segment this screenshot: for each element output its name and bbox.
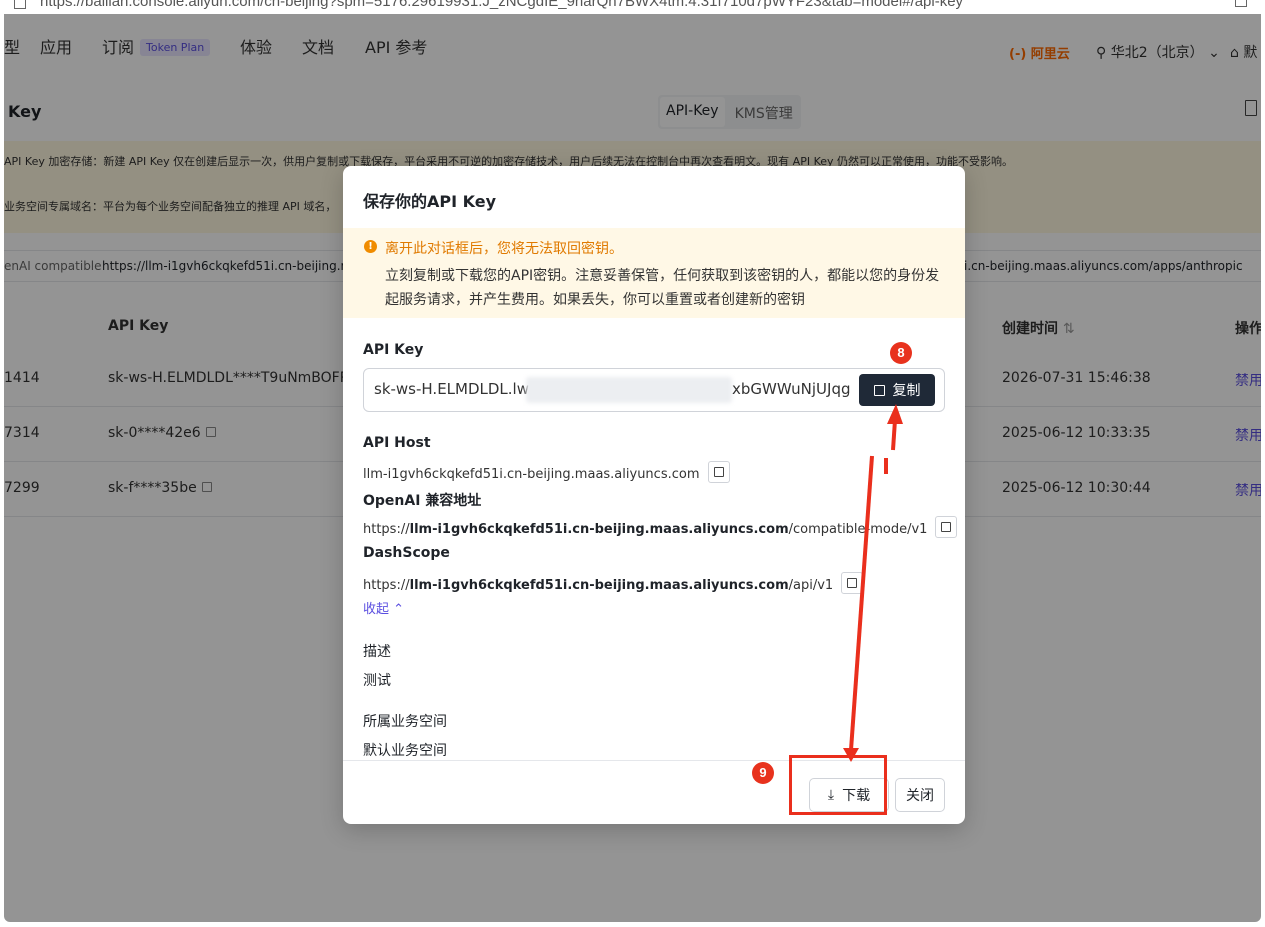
- api-key-field[interactable]: sk-ws-H.ELMDLDL.lw xbGWWuNjUJqg 复制: [363, 368, 945, 412]
- copy-label: 复制: [892, 383, 921, 399]
- api-key-label: API Key: [363, 342, 424, 358]
- url-text[interactable]: https://bailian.console.aliyun.com/cn-be…: [40, 0, 963, 10]
- dashscope-url-host: llm-i1gvh6ckqkefd51i.cn-beijing.maas.ali…: [409, 578, 789, 593]
- collapse-toggle[interactable]: 收起 ⌃: [363, 598, 404, 617]
- close-button[interactable]: 关闭: [895, 778, 945, 812]
- workspace-value: 默认业务空间: [363, 743, 447, 759]
- openai-url-path: /compatible-mode/v1: [788, 522, 928, 537]
- copy-icon: [873, 384, 885, 396]
- openai-label-suffix: 兼容地址: [425, 493, 482, 509]
- warning-body: 立刻复制或下载您的API密钥。注意妥善保管，任何获取到该密钥的人，都能以您的身份…: [385, 268, 940, 308]
- bookmark-icon[interactable]: [1235, 0, 1247, 7]
- openai-label: OpenAI 兼容地址: [363, 490, 481, 510]
- dashscope-url-path: /api/v1: [788, 578, 834, 593]
- save-api-key-dialog: 保存你的API Key ! 离开此对话框后，您将无法取回密钥。 立刻复制或下载您…: [343, 166, 965, 824]
- warning-banner: ! 离开此对话框后，您将无法取回密钥。 立刻复制或下载您的API密钥。注意妥善保…: [343, 228, 965, 318]
- openai-url-prefix: https://: [363, 522, 410, 537]
- api-key-redaction: [526, 377, 732, 403]
- copy-button[interactable]: 复制: [859, 374, 935, 406]
- api-key-value-end: xbGWWuNjUJqg: [732, 380, 851, 398]
- page-icon: [14, 0, 26, 9]
- dashscope-url-prefix: https://: [363, 578, 410, 593]
- openai-label-prefix: OpenAI: [363, 493, 421, 509]
- warning-title: 离开此对话框后，您将无法取回密钥。: [385, 241, 623, 257]
- dashscope-label: DashScope: [363, 545, 450, 561]
- api-key-value-start: sk-ws-H.ELMDLDL.lw: [374, 380, 529, 398]
- openai-url-row: https://llm-i1gvh6ckqkefd51i.cn-beijing.…: [363, 516, 958, 538]
- download-highlight-box: [789, 755, 887, 815]
- dialog-title: 保存你的API Key: [363, 192, 497, 211]
- step-marker-8: 8: [890, 342, 912, 364]
- browser-address-bar[interactable]: https://bailian.console.aliyun.com/cn-be…: [0, 0, 1265, 14]
- description-label: 描述: [363, 644, 391, 660]
- api-host-label: API Host: [363, 435, 431, 451]
- openai-url-host: llm-i1gvh6ckqkefd51i.cn-beijing.maas.ali…: [409, 522, 789, 537]
- copy-dashscope-icon[interactable]: [841, 572, 864, 594]
- dashscope-url-row: https://llm-i1gvh6ckqkefd51i.cn-beijing.…: [363, 572, 864, 594]
- copy-host-icon[interactable]: [707, 461, 730, 483]
- copy-openai-icon[interactable]: [935, 516, 958, 538]
- collapse-label: 收起: [363, 602, 390, 617]
- warning-icon: !: [364, 240, 377, 253]
- api-host-row: llm-i1gvh6ckqkefd51i.cn-beijing.maas.ali…: [363, 461, 730, 483]
- api-host-value: llm-i1gvh6ckqkefd51i.cn-beijing.maas.ali…: [363, 467, 700, 482]
- workspace-label: 所属业务空间: [363, 714, 447, 730]
- description-value: 测试: [363, 673, 391, 689]
- step-marker-9: 9: [752, 762, 774, 784]
- chevron-up-icon: ⌃: [393, 602, 405, 617]
